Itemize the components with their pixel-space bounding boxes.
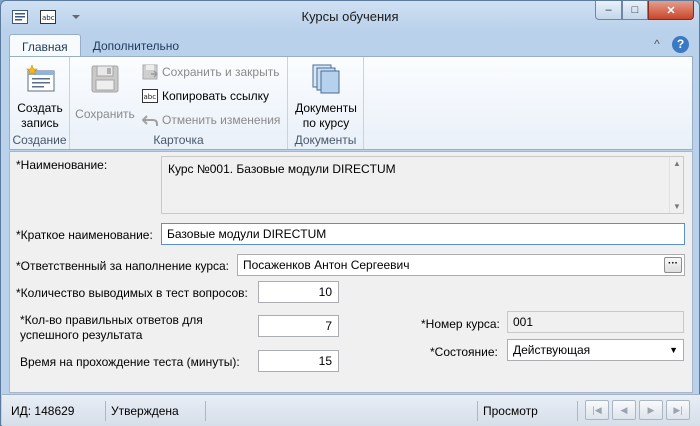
tab-home[interactable]: Главная	[9, 34, 81, 57]
responsible-value: Посаженков Антон Сергеевич	[243, 258, 410, 272]
state-select[interactable]: Действующая ▼	[507, 339, 684, 361]
create-record-button[interactable]: Создать запись	[12, 61, 68, 131]
save-close-icon	[142, 64, 159, 80]
save-and-close-button[interactable]: Сохранить и закрыть	[142, 63, 279, 81]
title-bar: abc Курсы обучения ‒ □ ✕	[1, 1, 699, 32]
status-bar: ИД: 148629 Утверждена Просмотр |◀ ◀ ▶ ▶|	[2, 394, 700, 426]
test-time-label: Время на прохождение теста (минуты):	[20, 355, 240, 369]
correct-answers-label-1: *Кол-во правильных ответов для	[20, 313, 203, 327]
undo-changes-button[interactable]: Отменить изменения	[141, 111, 281, 129]
application-window: abc Курсы обучения ‒ □ ✕ Главная Дополни…	[0, 0, 700, 426]
correct-answers-label-2: успешного результата	[20, 328, 143, 342]
short-name-field[interactable]: Базовые модули DIRECTUM	[161, 223, 685, 245]
ribbon-tabs: Главная Дополнительно	[9, 34, 191, 57]
svg-text:abc: abc	[144, 93, 157, 101]
correct-answers-field[interactable]: 7	[258, 315, 339, 337]
first-record-icon[interactable]: |◀	[585, 400, 609, 420]
course-documents-button[interactable]: Документы по курсу	[290, 61, 362, 131]
ribbon: Создать запись Создание Сохранить Сохран…	[9, 56, 693, 150]
scroll-up-icon[interactable]: ▲	[673, 159, 681, 168]
ribbon-collapse-icon[interactable]: ^	[649, 37, 665, 53]
copy-link-label: Копировать ссылку	[162, 89, 269, 103]
group-create: Создать запись Создание	[10, 57, 70, 149]
save-and-close-label: Сохранить и закрыть	[162, 65, 280, 79]
create-record-label-1: Создать	[17, 101, 63, 115]
last-record-icon[interactable]: ▶|	[666, 400, 690, 420]
course-documents-label-2: по курсу	[302, 116, 350, 130]
previous-record-icon[interactable]: ◀	[612, 400, 636, 420]
view-mode: Просмотр	[478, 401, 578, 421]
name-value: Курс №001. Базовые модули DIRECTUM	[168, 162, 396, 176]
state-value: Действующая	[513, 343, 591, 357]
record-id: ИД: 148629	[6, 401, 106, 421]
name-label: *Наименование:	[16, 158, 108, 172]
copy-link-icon: abc	[142, 88, 158, 104]
create-record-label-2: запись	[21, 116, 59, 130]
group-card: Сохранить Сохранить и закрыть abc Копиро…	[70, 57, 288, 149]
record-navigation: |◀ ◀ ▶ ▶|	[585, 400, 690, 420]
question-count-label: *Количество выводимых в тест вопросов:	[16, 286, 248, 300]
course-card-form: *Наименование: Курс №001. Базовые модули…	[9, 151, 693, 393]
test-time-field[interactable]: 15	[258, 350, 339, 372]
course-documents-label-1: Документы	[295, 101, 357, 115]
responsible-field[interactable]: Посаженков Антон Сергеевич ···	[237, 254, 685, 276]
save-label: Сохранить	[75, 107, 135, 121]
help-icon[interactable]: ?	[672, 36, 689, 53]
chevron-down-icon[interactable]: ▼	[669, 345, 678, 355]
save-icon	[89, 63, 121, 95]
short-name-label: *Краткое наименование:	[16, 228, 153, 242]
close-button[interactable]: ✕	[648, 1, 694, 20]
course-number-label: *Номер курса:	[421, 317, 500, 331]
question-count-field[interactable]: 10	[258, 281, 339, 303]
documents-icon	[310, 63, 342, 95]
scroll-down-icon[interactable]: ▼	[673, 202, 681, 211]
tab-additional[interactable]: Дополнительно	[81, 34, 191, 57]
next-record-icon[interactable]: ▶	[639, 400, 663, 420]
minimize-button[interactable]: ‒	[595, 1, 622, 20]
copy-link-button[interactable]: abc Копировать ссылку	[142, 87, 269, 105]
responsible-select-button[interactable]: ···	[664, 257, 682, 273]
name-field[interactable]: Курс №001. Базовые модули DIRECTUM ▲ ▼	[161, 156, 684, 214]
group-create-label: Создание	[12, 133, 67, 147]
new-record-icon	[24, 63, 56, 95]
group-card-label: Карточка	[153, 133, 204, 147]
state-label: *Состояние:	[430, 345, 498, 359]
group-documents: Документы по курсу Документы	[288, 57, 364, 149]
maximize-button[interactable]: □	[622, 1, 648, 20]
name-scrollbar[interactable]: ▲ ▼	[669, 157, 683, 213]
undo-changes-label: Отменить изменения	[162, 113, 281, 127]
responsible-label: *Ответственный за наполнение курса:	[16, 259, 229, 273]
save-button[interactable]: Сохранить	[72, 61, 138, 122]
window-controls: ‒ □ ✕	[595, 1, 694, 20]
approval-status: Утверждена	[106, 401, 206, 421]
course-number-field[interactable]: 001	[507, 311, 684, 333]
undo-icon	[141, 112, 158, 128]
group-documents-label: Документы	[294, 133, 357, 147]
status-spacer	[206, 401, 478, 421]
